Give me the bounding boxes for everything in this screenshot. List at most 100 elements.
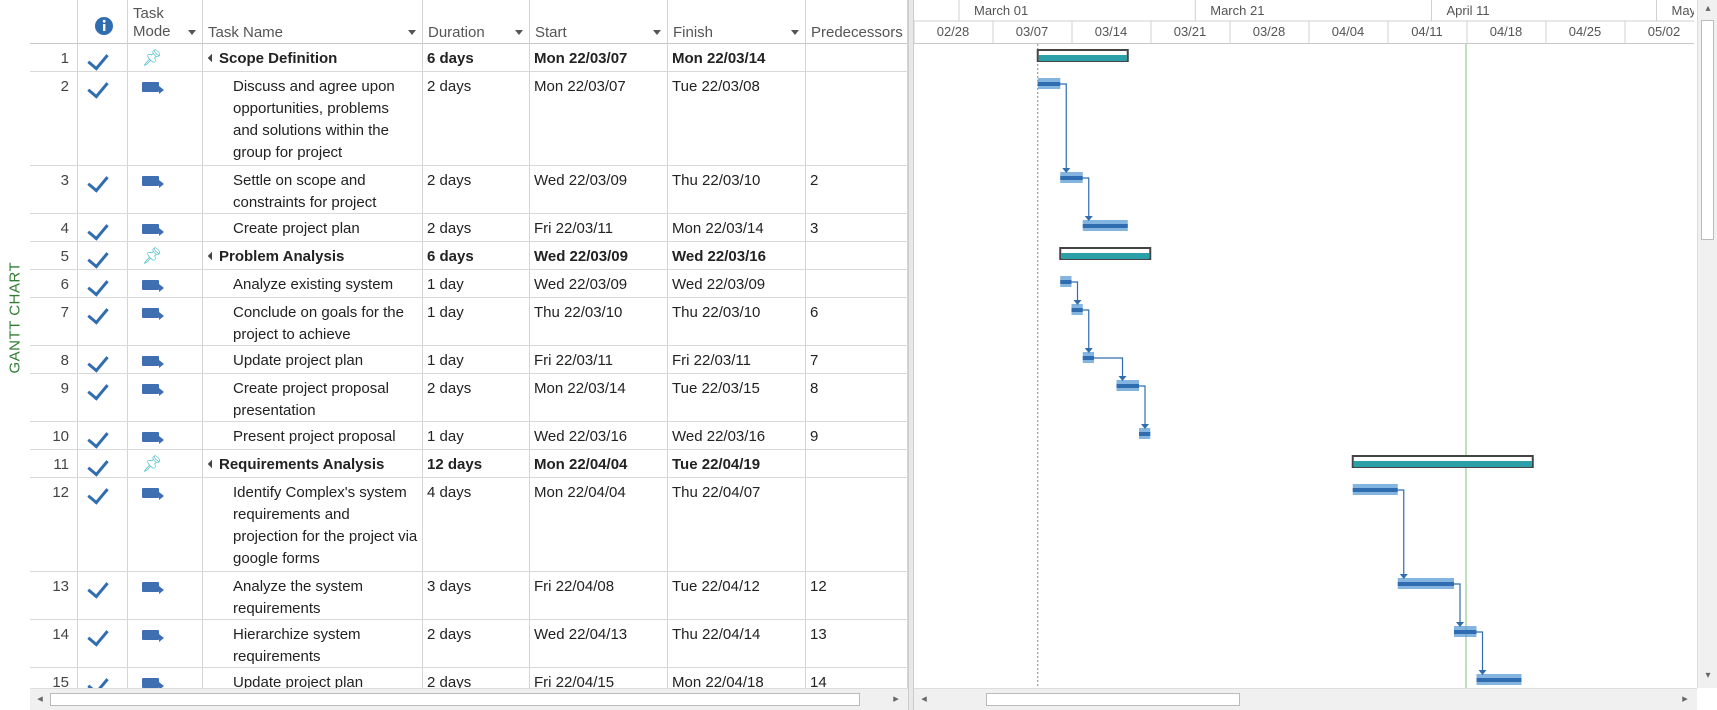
- duration-cell[interactable]: 1 day: [423, 422, 530, 449]
- row-id-cell[interactable]: 9: [30, 374, 78, 421]
- task-mode-cell[interactable]: 📌︎: [128, 450, 203, 477]
- sheet-scroll-thumb[interactable]: [50, 693, 860, 706]
- finish-cell[interactable]: Thu 22/04/14: [668, 620, 806, 667]
- task-mode-cell[interactable]: [128, 422, 203, 449]
- finish-cell[interactable]: Mon 22/03/14: [668, 214, 806, 241]
- finish-cell[interactable]: Tue 22/03/08: [668, 72, 806, 165]
- start-cell[interactable]: Fri 22/03/11: [530, 346, 668, 373]
- task-name-cell[interactable]: Update project plan: [203, 668, 423, 688]
- task-row[interactable]: 3 Settle on scope and constraints for pro…: [30, 166, 908, 214]
- start-cell[interactable]: Mon 22/03/07: [530, 72, 668, 165]
- task-name-filter-dropdown-icon[interactable]: [408, 30, 416, 35]
- task-row[interactable]: 8 Update project plan 1 day Fri 22/03/11 Fri…: [30, 346, 908, 374]
- task-mode-cell[interactable]: [128, 620, 203, 667]
- header-task-mode[interactable]: Task Mode: [128, 0, 203, 44]
- task-row[interactable]: 4 Create project plan 2 days Fri 22/03/11 Mo…: [30, 214, 908, 242]
- task-row[interactable]: 9 Create project proposal presentation 2 d…: [30, 374, 908, 422]
- predecessors-cell[interactable]: [806, 72, 908, 165]
- task-mode-cell[interactable]: [128, 346, 203, 373]
- task-name-cell[interactable]: Requirements Analysis: [203, 450, 423, 477]
- collapse-triangle-icon[interactable]: [207, 459, 217, 469]
- row-id-cell[interactable]: 1: [30, 44, 78, 71]
- finish-cell[interactable]: Thu 22/03/10: [668, 298, 806, 345]
- duration-filter-dropdown-icon[interactable]: [515, 30, 523, 35]
- start-cell[interactable]: Fri 22/04/15: [530, 668, 668, 688]
- row-id-cell[interactable]: 7: [30, 298, 78, 345]
- start-cell[interactable]: Wed 22/04/13: [530, 620, 668, 667]
- duration-cell[interactable]: 2 days: [423, 620, 530, 667]
- collapse-triangle-icon[interactable]: [207, 53, 217, 63]
- task-mode-cell[interactable]: [128, 72, 203, 165]
- row-id-cell[interactable]: 15: [30, 668, 78, 688]
- task-name-cell[interactable]: Settle on scope and constraints for proj…: [203, 166, 423, 213]
- chart-scroll-thumb[interactable]: [986, 693, 1240, 706]
- chart-scroll-right-icon[interactable]: ▸: [1679, 693, 1691, 705]
- duration-cell[interactable]: 1 day: [423, 270, 530, 297]
- duration-cell[interactable]: 4 days: [423, 478, 530, 571]
- collapse-triangle-icon[interactable]: [207, 251, 217, 261]
- start-cell[interactable]: Mon 22/04/04: [530, 450, 668, 477]
- scroll-down-icon[interactable]: ▾: [1702, 670, 1714, 682]
- task-mode-cell[interactable]: [128, 478, 203, 571]
- finish-cell[interactable]: Tue 22/03/15: [668, 374, 806, 421]
- duration-cell[interactable]: 3 days: [423, 572, 530, 619]
- row-id-cell[interactable]: 14: [30, 620, 78, 667]
- predecessors-cell[interactable]: [806, 478, 908, 571]
- start-cell[interactable]: Wed 22/03/09: [530, 270, 668, 297]
- header-predecessors[interactable]: Predecessors: [806, 0, 908, 44]
- task-row[interactable]: 15 Update project plan 2 days Fri 22/04/15 M…: [30, 668, 908, 688]
- finish-filter-dropdown-icon[interactable]: [791, 30, 799, 35]
- header-finish[interactable]: Finish: [668, 0, 806, 44]
- row-id-cell[interactable]: 2: [30, 72, 78, 165]
- row-id-cell[interactable]: 8: [30, 346, 78, 373]
- task-mode-cell[interactable]: [128, 572, 203, 619]
- task-name-cell[interactable]: Problem Analysis: [203, 242, 423, 269]
- task-mode-cell[interactable]: [128, 166, 203, 213]
- predecessors-cell[interactable]: 8: [806, 374, 908, 421]
- predecessors-cell[interactable]: 14: [806, 668, 908, 688]
- scroll-right-icon[interactable]: ▸: [890, 693, 902, 705]
- predecessors-cell[interactable]: 7: [806, 346, 908, 373]
- predecessors-cell[interactable]: 6: [806, 298, 908, 345]
- summary-task-row[interactable]: 11 📌︎ Requirements Analysis 12 days Mon 22/0…: [30, 450, 908, 478]
- finish-cell[interactable]: Tue 22/04/19: [668, 450, 806, 477]
- task-name-cell[interactable]: Discuss and agree upon opportunities, pr…: [203, 72, 423, 165]
- duration-cell[interactable]: 6 days: [423, 44, 530, 71]
- duration-cell[interactable]: 6 days: [423, 242, 530, 269]
- task-mode-cell[interactable]: [128, 270, 203, 297]
- start-cell[interactable]: Thu 22/03/10: [530, 298, 668, 345]
- summary-task-row[interactable]: 1 📌︎ Scope Definition 6 days Mon 22/03/07 Mon…: [30, 44, 908, 72]
- duration-cell[interactable]: 1 day: [423, 346, 530, 373]
- scroll-left-icon[interactable]: ◂: [34, 693, 46, 705]
- sheet-horizontal-scrollbar[interactable]: ◂ ▸: [30, 688, 908, 710]
- task-name-cell[interactable]: Create project proposal presentation: [203, 374, 423, 421]
- finish-cell[interactable]: Wed 22/03/16: [668, 242, 806, 269]
- task-mode-cell[interactable]: [128, 298, 203, 345]
- header-task-name[interactable]: Task Name: [203, 0, 423, 44]
- predecessors-cell[interactable]: 12: [806, 572, 908, 619]
- task-mode-filter-dropdown-icon[interactable]: [188, 30, 196, 35]
- start-cell[interactable]: Mon 22/03/14: [530, 374, 668, 421]
- task-row[interactable]: 13 Analyze the system requirements 3 days F…: [30, 572, 908, 620]
- task-row[interactable]: 10 Present project proposal 1 day Wed 22/03…: [30, 422, 908, 450]
- predecessors-cell[interactable]: 3: [806, 214, 908, 241]
- row-id-cell[interactable]: 10: [30, 422, 78, 449]
- row-id-cell[interactable]: 13: [30, 572, 78, 619]
- vertical-scrollbar[interactable]: ▴ ▾: [1697, 0, 1717, 688]
- predecessors-cell[interactable]: [806, 450, 908, 477]
- header-start[interactable]: Start: [530, 0, 668, 44]
- duration-cell[interactable]: 2 days: [423, 72, 530, 165]
- finish-cell[interactable]: Thu 22/03/10: [668, 166, 806, 213]
- row-id-cell[interactable]: 5: [30, 242, 78, 269]
- start-cell[interactable]: Fri 22/03/11: [530, 214, 668, 241]
- task-name-cell[interactable]: Update project plan: [203, 346, 423, 373]
- start-cell[interactable]: Wed 22/03/09: [530, 242, 668, 269]
- header-indicators[interactable]: [78, 0, 128, 44]
- task-mode-cell[interactable]: 📌︎: [128, 44, 203, 71]
- predecessors-cell[interactable]: 2: [806, 166, 908, 213]
- task-row[interactable]: 2 Discuss and agree upon opportunities, p…: [30, 72, 908, 166]
- start-cell[interactable]: Wed 22/03/16: [530, 422, 668, 449]
- chart-scroll-left-icon[interactable]: ◂: [918, 693, 930, 705]
- finish-cell[interactable]: Wed 22/03/16: [668, 422, 806, 449]
- duration-cell[interactable]: 2 days: [423, 214, 530, 241]
